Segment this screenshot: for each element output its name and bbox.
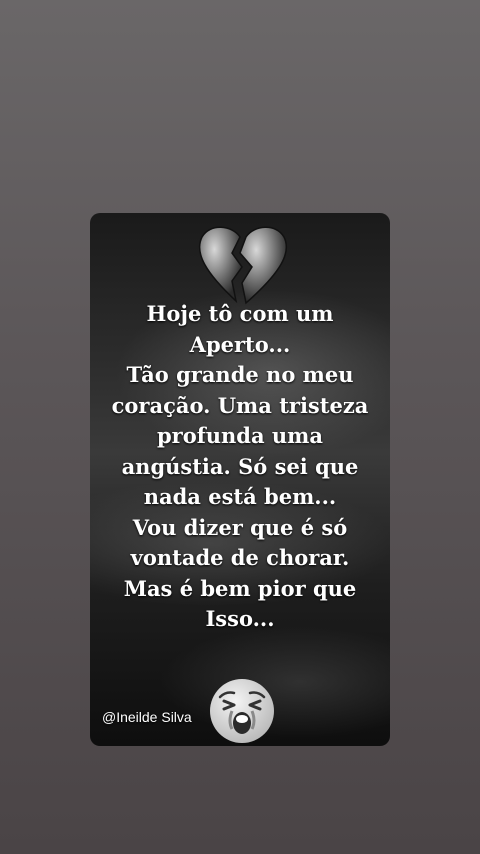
- poem-line: profunda uma: [156, 423, 324, 448]
- poem-line: Mas é bem pior que: [123, 575, 357, 601]
- poem-line: angústia. Só sei que: [121, 453, 359, 479]
- poem-line: nada está bem...: [143, 484, 337, 509]
- crying-face-emoji: [210, 679, 274, 743]
- author-signature: @Ineilde Silva: [102, 709, 192, 725]
- poem-line: Vou dizer que é só: [132, 514, 348, 540]
- broken-heart-icon: [198, 226, 288, 305]
- poem-line: Hoje tô com um: [146, 301, 334, 326]
- image-card: Hoje tô com um Aperto... Tão grande no m…: [90, 213, 390, 746]
- poem-line: vontade de chorar.: [130, 545, 350, 570]
- poem-text: Hoje tô com um Aperto... Tão grande no m…: [90, 299, 390, 635]
- poem-line: Isso...: [205, 606, 275, 631]
- poem-line: Aperto...: [189, 331, 291, 357]
- poem-line: Tão grande no meu: [126, 362, 354, 387]
- poem-line: coração. Uma tristeza: [111, 392, 369, 418]
